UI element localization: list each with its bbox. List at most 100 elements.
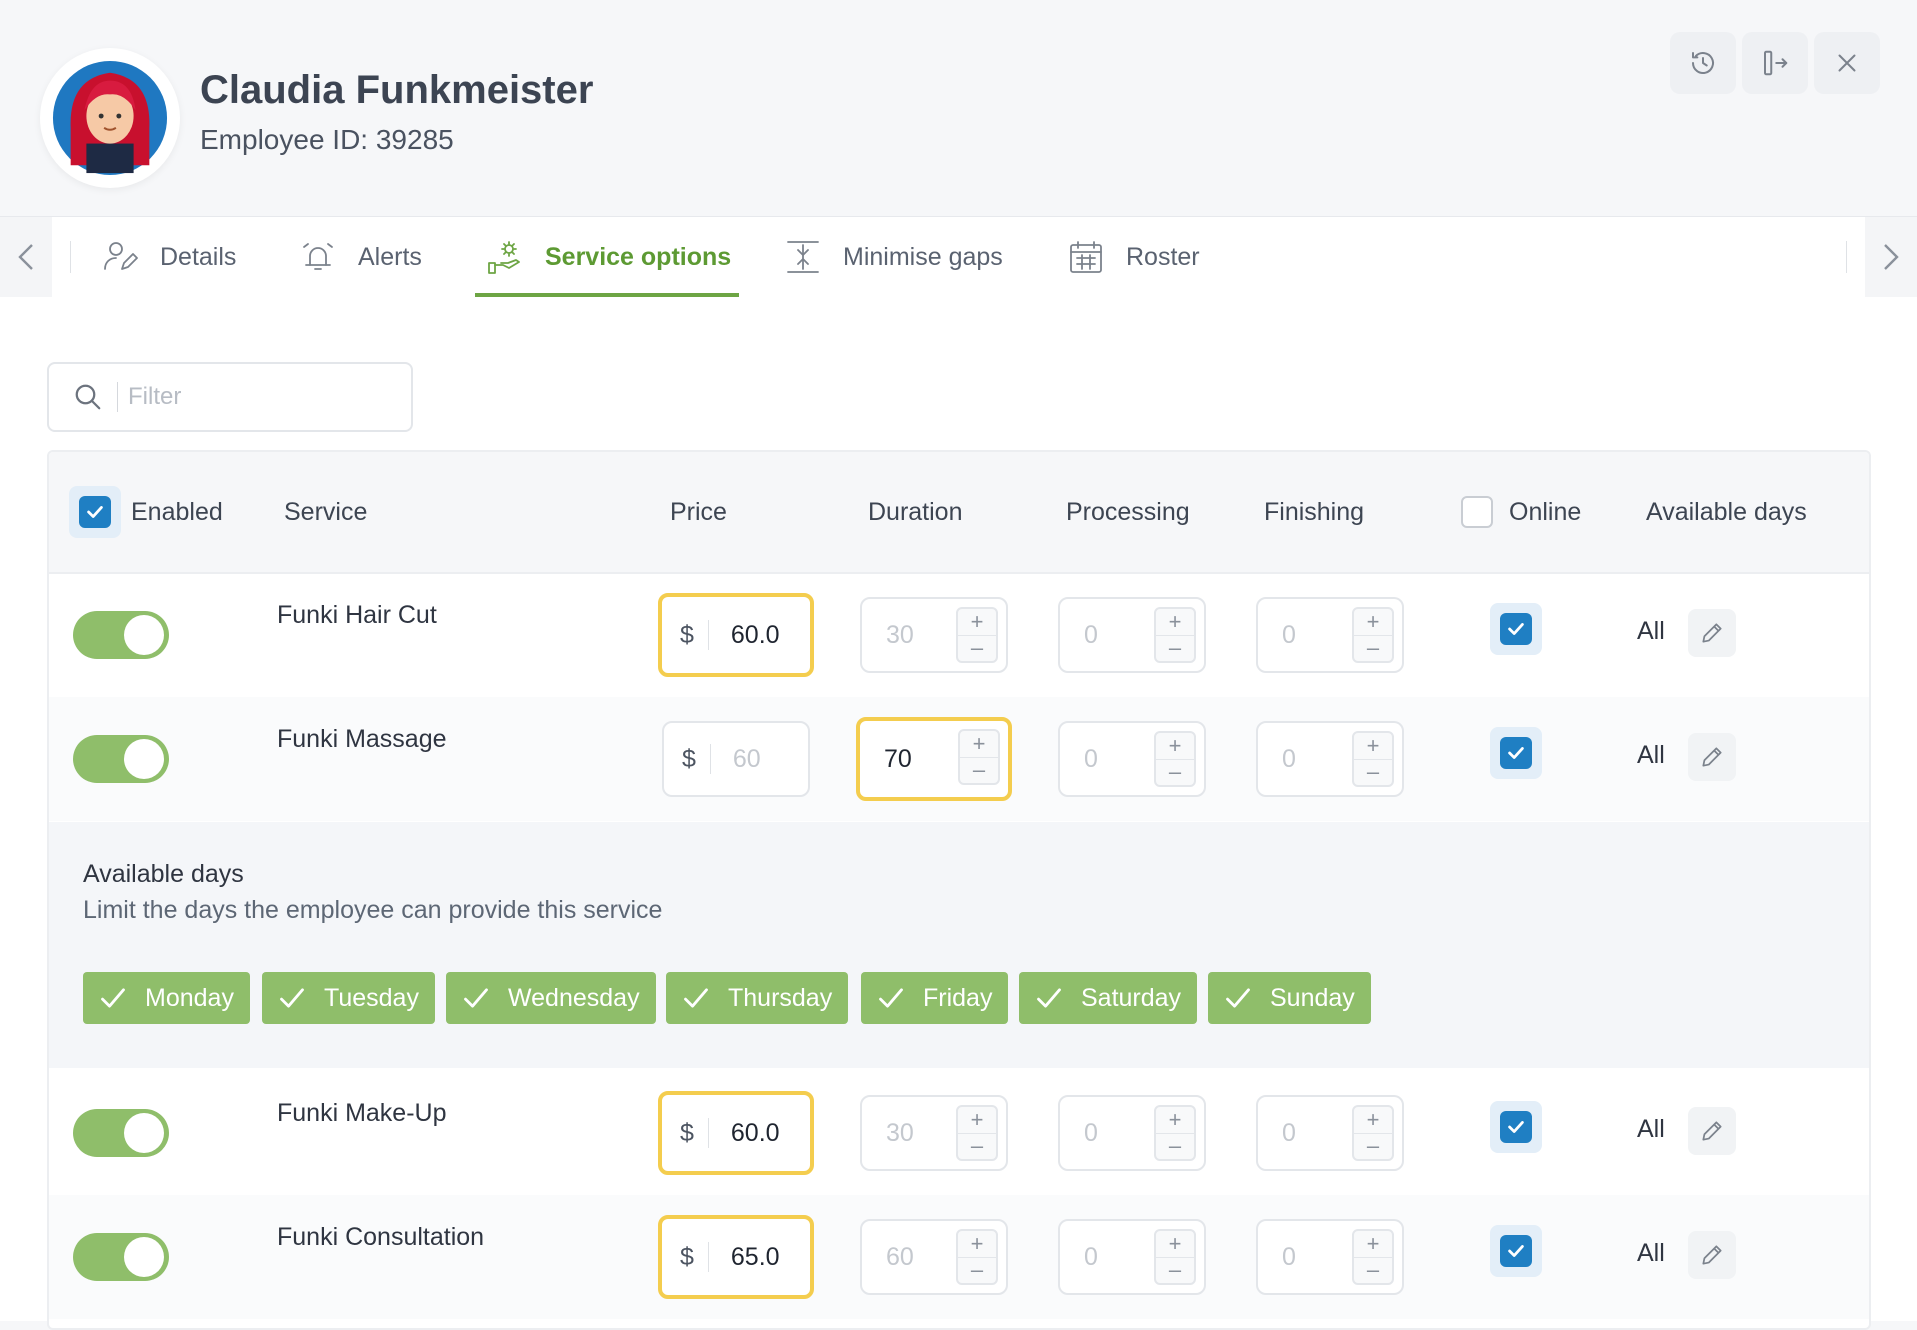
filter-field[interactable] <box>47 362 413 432</box>
day-chip-thursday[interactable]: Thursday <box>666 972 849 1024</box>
decrement-button[interactable]: – <box>958 636 996 662</box>
day-chip-sunday[interactable]: Sunday <box>1208 972 1371 1024</box>
column-header-service[interactable]: Service <box>284 452 367 572</box>
tab-details[interactable]: Details <box>102 217 236 297</box>
tab-minimise-gaps[interactable]: Minimise gaps <box>785 217 1003 297</box>
decrement-button[interactable]: – <box>1156 1134 1194 1160</box>
stepper-buttons: + – <box>1352 731 1394 787</box>
enabled-toggle[interactable] <box>73 735 169 783</box>
checkmark-icon <box>1037 988 1061 1008</box>
decrement-button[interactable]: – <box>1354 636 1392 662</box>
price-input[interactable]: $ 60.0 <box>658 593 814 677</box>
pencil-icon <box>1702 747 1722 767</box>
column-header-price[interactable]: Price <box>670 452 727 572</box>
duration-stepper[interactable]: 60 + – <box>860 1219 1008 1295</box>
increment-button[interactable]: + <box>1156 1107 1194 1134</box>
increment-button[interactable]: + <box>1354 1231 1392 1258</box>
edit-available-days-button[interactable] <box>1688 1107 1736 1155</box>
day-chip-tuesday[interactable]: Tuesday <box>262 972 435 1024</box>
day-chip-wednesday[interactable]: Wednesday <box>446 972 656 1024</box>
price-input[interactable]: $ 60.0 <box>658 1091 814 1175</box>
increment-button[interactable]: + <box>960 731 998 758</box>
column-header-processing[interactable]: Processing <box>1066 452 1190 572</box>
decrement-button[interactable]: – <box>958 1134 996 1160</box>
decrement-button[interactable]: – <box>1156 760 1194 786</box>
decrement-button[interactable]: – <box>1354 1134 1392 1160</box>
finishing-stepper[interactable]: 0 + – <box>1256 1219 1404 1295</box>
enabled-toggle[interactable] <box>73 611 169 659</box>
stepper-buttons: + – <box>1154 1229 1196 1285</box>
close-button[interactable] <box>1814 32 1880 94</box>
price-input[interactable]: $ 65.0 <box>658 1215 814 1299</box>
increment-button[interactable]: + <box>1156 1231 1194 1258</box>
edit-available-days-button[interactable] <box>1688 609 1736 657</box>
online-header: Online <box>1461 452 1581 572</box>
tab-service-options[interactable]: Service options <box>487 217 731 297</box>
duration-stepper[interactable]: 30 + – <box>860 1095 1008 1171</box>
available-days-value: All <box>1637 1115 1665 1143</box>
history-button[interactable] <box>1670 32 1736 94</box>
decrement-button[interactable]: – <box>960 758 998 784</box>
finishing-value: 0 <box>1282 1118 1296 1147</box>
decrement-button[interactable]: – <box>958 1258 996 1284</box>
price-divider <box>707 1242 709 1272</box>
tabs-scroll-left-button[interactable] <box>0 217 52 297</box>
available-days-value: All <box>1637 741 1665 769</box>
day-label: Saturday <box>1081 983 1182 1012</box>
increment-button[interactable]: + <box>1354 1107 1392 1134</box>
online-checkbox[interactable] <box>1500 1111 1532 1143</box>
finishing-stepper[interactable]: 0 + – <box>1256 721 1404 797</box>
tab-roster[interactable]: Roster <box>1068 217 1200 297</box>
decrement-button[interactable]: – <box>1156 636 1194 662</box>
processing-stepper[interactable]: 0 + – <box>1058 721 1206 797</box>
pencil-icon <box>1702 1245 1722 1265</box>
employee-id: Employee ID: 39285 <box>200 124 454 155</box>
stepper-buttons: + – <box>1352 607 1394 663</box>
day-chip-monday[interactable]: Monday <box>83 972 250 1024</box>
tabs-scroll-right-button[interactable] <box>1865 217 1917 297</box>
increment-button[interactable]: + <box>1156 733 1194 760</box>
online-all-checkbox[interactable] <box>1461 496 1493 528</box>
finishing-stepper[interactable]: 0 + – <box>1256 597 1404 673</box>
column-header-finishing[interactable]: Finishing <box>1264 452 1364 572</box>
tab-divider <box>70 241 71 273</box>
online-checkbox[interactable] <box>1500 613 1532 645</box>
edit-available-days-button[interactable] <box>1688 733 1736 781</box>
day-chip-friday[interactable]: Friday <box>861 972 1009 1024</box>
service-name: Funki Make-Up <box>277 1099 447 1127</box>
price-input[interactable]: $ 60 <box>662 721 810 797</box>
processing-stepper[interactable]: 0 + – <box>1058 597 1206 673</box>
duration-value: 70 <box>884 744 912 773</box>
increment-button[interactable]: + <box>958 1107 996 1134</box>
decrement-button[interactable]: – <box>1354 760 1392 786</box>
currency-symbol: $ <box>680 620 694 649</box>
increment-button[interactable]: + <box>1354 733 1392 760</box>
increment-button[interactable]: + <box>1354 609 1392 636</box>
service-options-panel: Enabled Service Price Duration Processin… <box>0 297 1917 1330</box>
enabled-toggle[interactable] <box>73 1109 169 1157</box>
duration-stepper[interactable]: 70 + – <box>856 717 1012 801</box>
processing-stepper[interactable]: 0 + – <box>1058 1219 1206 1295</box>
edit-available-days-button[interactable] <box>1688 1231 1736 1279</box>
increment-button[interactable]: + <box>958 1231 996 1258</box>
enabled-toggle[interactable] <box>73 1233 169 1281</box>
filter-input[interactable] <box>126 382 390 412</box>
day-label: Sunday <box>1270 983 1355 1012</box>
available-days-panel: Available days Limit the days the employ… <box>49 822 1869 1068</box>
online-checkbox[interactable] <box>1500 737 1532 769</box>
increment-button[interactable]: + <box>1156 609 1194 636</box>
enable-all-checkbox[interactable] <box>79 496 111 528</box>
column-header-duration[interactable]: Duration <box>868 452 963 572</box>
tab-alerts[interactable]: Alerts <box>300 217 422 297</box>
online-checkbox[interactable] <box>1500 1235 1532 1267</box>
services-table: Enabled Service Price Duration Processin… <box>47 450 1871 1330</box>
day-chip-saturday[interactable]: Saturday <box>1019 972 1198 1024</box>
decrement-button[interactable]: – <box>1354 1258 1392 1284</box>
duration-stepper[interactable]: 30 + – <box>860 597 1008 673</box>
logout-button[interactable] <box>1742 32 1808 94</box>
processing-stepper[interactable]: 0 + – <box>1058 1095 1206 1171</box>
currency-symbol: $ <box>680 1118 694 1147</box>
finishing-stepper[interactable]: 0 + – <box>1256 1095 1404 1171</box>
increment-button[interactable]: + <box>958 609 996 636</box>
decrement-button[interactable]: – <box>1156 1258 1194 1284</box>
